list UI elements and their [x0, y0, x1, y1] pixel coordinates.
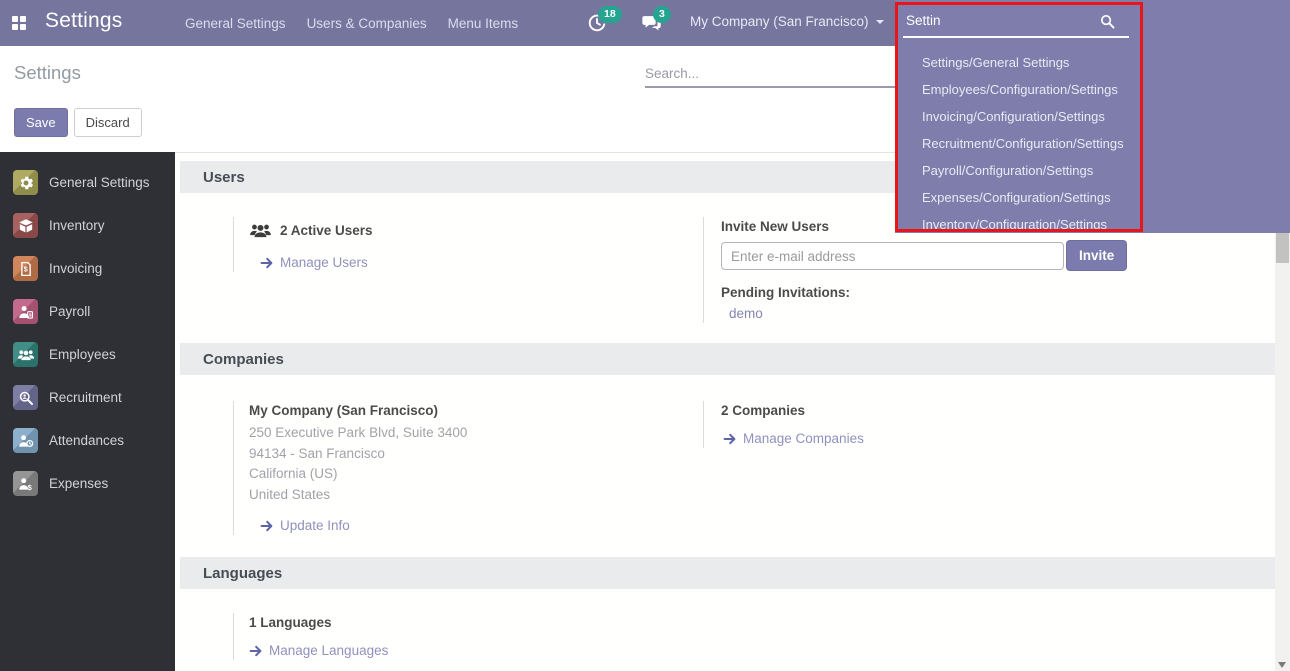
menu-search-input[interactable]	[903, 8, 1129, 38]
company-info-box: My Company (San Francisco) 250 Executive…	[233, 401, 703, 535]
active-users-box: 2 Active Users Manage Users	[233, 217, 703, 272]
manage-languages-link[interactable]: Manage Languages	[249, 643, 703, 658]
search-result-item[interactable]: Settings/General Settings	[895, 49, 1290, 76]
svg-text:$: $	[27, 483, 32, 492]
sidebar-item-invoicing[interactable]: $ Invoicing	[0, 247, 175, 290]
manage-companies-link[interactable]: Manage Companies	[721, 431, 1128, 446]
expenses-person-dollar-icon: $	[13, 471, 38, 496]
companies-count-box: 2 Companies Manage Companies	[703, 401, 1128, 448]
menu-search-dropdown: Settings/General Settings Employees/Conf…	[895, 0, 1290, 233]
section-header-languages: Languages	[180, 557, 1275, 589]
company-address-line: United States	[249, 485, 703, 506]
attendance-person-clock-icon	[13, 428, 38, 453]
scrollbar-down-arrow[interactable]	[1278, 662, 1286, 668]
nav-item-menu-items[interactable]: Menu Items	[448, 16, 519, 31]
company-switcher[interactable]: My Company (San Francisco)	[690, 14, 884, 29]
save-button[interactable]: Save	[14, 108, 68, 137]
discard-button[interactable]: Discard	[74, 108, 142, 137]
sidebar-item-recruitment[interactable]: Recruitment	[0, 376, 175, 419]
breadcrumb[interactable]: Settings	[14, 62, 81, 84]
arrow-right-icon	[260, 519, 274, 533]
inventory-box-icon	[13, 213, 38, 238]
section-companies: Companies My Company (San Francisco) 250…	[175, 343, 1275, 547]
company-switcher-label: My Company (San Francisco)	[690, 14, 869, 29]
users-group-icon	[249, 219, 272, 242]
companies-count: 2 Companies	[721, 403, 1128, 418]
arrow-right-icon	[249, 644, 263, 658]
sidebar-item-attendances[interactable]: Attendances	[0, 419, 175, 462]
invoice-document-icon: $	[13, 256, 38, 281]
languages-box: 1 Languages Manage Languages	[233, 613, 703, 660]
section-header-companies: Companies	[180, 343, 1275, 375]
search-icon[interactable]	[1099, 13, 1116, 30]
svg-text:$: $	[23, 265, 27, 273]
activity-clock-icon[interactable]: 18	[586, 12, 608, 34]
invite-button[interactable]: Invite	[1066, 240, 1127, 271]
activity-badge: 18	[598, 6, 622, 23]
pending-invitations-label: Pending Invitations:	[721, 285, 1128, 300]
search-result-item[interactable]: Employees/Configuration/Settings	[895, 76, 1290, 103]
caret-down-icon	[876, 20, 884, 24]
messages-badge: 3	[653, 6, 671, 23]
search-result-item[interactable]: Expenses/Configuration/Settings	[895, 184, 1290, 211]
sidebar-item-employees[interactable]: Employees	[0, 333, 175, 376]
sidebar-item-inventory[interactable]: Inventory	[0, 204, 175, 247]
languages-count: 1 Languages	[249, 615, 703, 630]
pending-user-link[interactable]: demo	[721, 306, 1128, 321]
company-name: My Company (San Francisco)	[249, 403, 703, 418]
manage-users-link[interactable]: Manage Users	[249, 255, 703, 270]
company-address-line: California (US)	[249, 464, 703, 485]
gear-icon	[13, 170, 38, 195]
button-row: Save Discard	[14, 108, 142, 137]
nav-item-general-settings[interactable]: General Settings	[185, 16, 286, 31]
search-result-item[interactable]: Payroll/Configuration/Settings	[895, 157, 1290, 184]
arrow-right-icon	[260, 256, 274, 270]
scrollbar-track[interactable]	[1275, 233, 1290, 671]
arrow-right-icon	[723, 432, 737, 446]
sidebar-item-payroll[interactable]: $ Payroll	[0, 290, 175, 333]
search-result-item[interactable]: Invoicing/Configuration/Settings	[895, 103, 1290, 130]
payroll-person-icon: $	[13, 299, 38, 324]
recruitment-magnifier-icon	[13, 385, 38, 410]
record-search-input[interactable]	[645, 60, 895, 88]
search-result-item[interactable]: Recruitment/Configuration/Settings	[895, 130, 1290, 157]
company-address-line: 250 Executive Park Blvd, Suite 3400	[249, 423, 703, 444]
settings-sidebar: General Settings Inventory $ Invoicing $…	[0, 152, 175, 671]
svg-text:$: $	[28, 312, 31, 318]
invite-email-input[interactable]	[721, 242, 1064, 270]
company-address-line: 94134 - San Francisco	[249, 444, 703, 465]
update-info-link[interactable]: Update Info	[249, 518, 703, 533]
sidebar-item-general-settings[interactable]: General Settings	[0, 161, 175, 204]
apps-grid-icon[interactable]	[12, 16, 26, 30]
search-result-item[interactable]: Inventory/Configuration/Settings	[895, 211, 1290, 238]
nav-item-users-companies[interactable]: Users & Companies	[307, 16, 427, 31]
search-results-list: Settings/General Settings Employees/Conf…	[895, 49, 1290, 238]
active-users-count: 2 Active Users	[280, 223, 373, 238]
section-languages: Languages 1 Languages Manage Languages	[175, 557, 1275, 671]
navbar-menu: General Settings Users & Companies Menu …	[185, 0, 518, 46]
sidebar-item-expenses[interactable]: $ Expenses	[0, 462, 175, 505]
app-title: Settings	[45, 9, 122, 33]
employees-group-icon	[13, 342, 38, 367]
messages-chat-icon[interactable]: 3	[641, 12, 663, 34]
